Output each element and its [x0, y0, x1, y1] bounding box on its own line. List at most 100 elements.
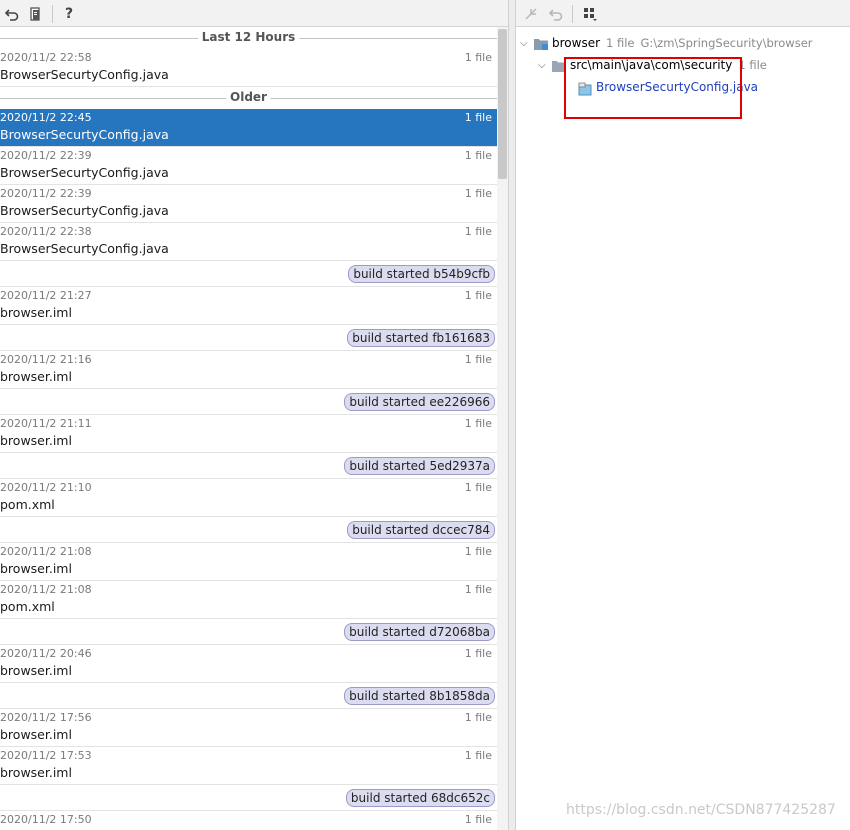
entry-file-name: browser.iml	[0, 561, 72, 576]
entry-file-name: BrowserSecurtyConfig.java	[0, 67, 169, 82]
file-diff-icon[interactable]	[26, 4, 46, 24]
help-icon[interactable]: ?	[59, 4, 79, 24]
group-title: Last 12 Hours	[197, 30, 300, 45]
build-label-row[interactable]: build started ee226966	[0, 389, 497, 415]
list-scrollbar[interactable]	[497, 27, 508, 830]
group-header: Last 12 Hours	[0, 27, 497, 49]
entry-file-count: 1 file	[464, 187, 492, 200]
tree-root-count: 1 file	[606, 36, 635, 50]
entry-date: 2020/11/2 22:58	[0, 51, 92, 64]
build-label-row[interactable]: build started d72068ba	[0, 619, 497, 645]
history-entry[interactable]: 2020/11/2 17:50 1 file	[0, 811, 497, 830]
group-by-icon[interactable]	[580, 4, 600, 24]
history-entry[interactable]: 2020/11/2 17:53 1 file browser.iml	[0, 747, 497, 785]
entry-file-count: 1 file	[464, 711, 492, 724]
history-entry[interactable]: 2020/11/2 22:39 1 file BrowserSecurtyConfi…	[0, 185, 497, 223]
entry-date: 2020/11/2 22:38	[0, 225, 92, 238]
history-entry[interactable]: 2020/11/2 22:38 1 file BrowserSecurtyConfi…	[0, 223, 497, 261]
entry-date: 2020/11/2 17:56	[0, 711, 92, 724]
tree-folder-count: 1 file	[738, 58, 767, 72]
left-toolbar: ?	[0, 0, 508, 27]
build-label-row[interactable]: build started 68dc652c	[0, 785, 497, 811]
build-label-badge: build started d72068ba	[344, 623, 495, 641]
build-label-badge: build started fb161683	[347, 329, 495, 347]
history-entry[interactable]: 2020/11/2 22:45 1 file BrowserSecurtyConfi…	[0, 109, 497, 147]
build-label-badge: build started 68dc652c	[345, 789, 495, 807]
entry-file-name: browser.iml	[0, 765, 72, 780]
build-label-badge: build started 5ed2937a	[344, 457, 495, 475]
build-label-row[interactable]: build started b54b9cfb	[0, 261, 497, 287]
revert-icon[interactable]	[2, 4, 22, 24]
group-header: Older	[0, 87, 497, 109]
chevron-down-icon[interactable]: ⌵	[520, 38, 534, 49]
entry-file-name: browser.iml	[0, 663, 72, 678]
build-label-row[interactable]: build started fb161683	[0, 325, 497, 351]
watermark: https://blog.csdn.net/CSDN877425287	[566, 802, 836, 818]
toolbar-separator	[572, 5, 573, 23]
entry-file-count: 1 file	[464, 813, 492, 826]
entry-file-name: BrowserSecurtyConfig.java	[0, 241, 169, 256]
local-history-list-panel: ? Last 12 Hours 2020/11/2 22:58 1 file Brow…	[0, 0, 508, 830]
entry-file-count: 1 file	[464, 51, 492, 64]
history-entry[interactable]: 2020/11/2 21:11 1 file browser.iml	[0, 415, 497, 453]
entry-file-count: 1 file	[464, 481, 492, 494]
module-folder-icon	[534, 38, 548, 50]
toolbar-separator	[52, 5, 53, 23]
changes-tree-panel: ⌵ browser 1 file G:\zm\SpringSecurity\br…	[516, 0, 850, 830]
build-label-row[interactable]: build started 5ed2937a	[0, 453, 497, 479]
entry-date: 2020/11/2 21:16	[0, 353, 92, 366]
entry-file-count: 1 file	[464, 289, 492, 302]
highlight-annotation-box	[564, 57, 742, 119]
entry-file-name: BrowserSecurtyConfig.java	[0, 127, 169, 142]
entry-date: 2020/11/2 17:53	[0, 749, 92, 762]
entry-date: 2020/11/2 17:50	[0, 813, 92, 826]
entry-file-count: 1 file	[464, 583, 492, 596]
entry-file-name: browser.iml	[0, 305, 72, 320]
history-entry[interactable]: 2020/11/2 21:10 1 file pom.xml	[0, 479, 497, 517]
entry-date: 2020/11/2 22:39	[0, 187, 92, 200]
entry-date: 2020/11/2 22:39	[0, 149, 92, 162]
right-toolbar	[516, 0, 850, 27]
entry-file-name: BrowserSecurtyConfig.java	[0, 165, 169, 180]
entry-file-name: pom.xml	[0, 497, 55, 512]
history-entry[interactable]: 2020/11/2 17:56 1 file browser.iml	[0, 709, 497, 747]
entry-file-name: browser.iml	[0, 369, 72, 384]
scrollbar-thumb[interactable]	[498, 29, 507, 179]
history-entry[interactable]: 2020/11/2 21:27 1 file browser.iml	[0, 287, 497, 325]
entry-file-name: pom.xml	[0, 599, 55, 614]
entry-date: 2020/11/2 21:08	[0, 545, 92, 558]
tree-root-name: browser	[552, 36, 601, 50]
build-label-badge: build started ee226966	[344, 393, 495, 411]
build-label-badge: build started dccec784	[347, 521, 495, 539]
revert-icon[interactable]	[546, 4, 566, 24]
entry-file-name: browser.iml	[0, 433, 72, 448]
build-label-row[interactable]: build started dccec784	[0, 517, 497, 543]
build-label-badge: build started b54b9cfb	[348, 265, 495, 283]
history-entry[interactable]: 2020/11/2 22:58 1 file BrowserSecurtyConfi…	[0, 49, 497, 87]
entry-date: 2020/11/2 21:08	[0, 583, 92, 596]
build-label-badge: build started 8b1858da	[344, 687, 495, 705]
history-entry[interactable]: 2020/11/2 20:46 1 file browser.iml	[0, 645, 497, 683]
entry-file-count: 1 file	[464, 417, 492, 430]
history-entry[interactable]: 2020/11/2 21:08 1 file browser.iml	[0, 543, 497, 581]
tree-root-path: G:\zm\SpringSecurity\browser	[640, 36, 813, 50]
chevron-down-icon[interactable]: ⌵	[538, 60, 552, 71]
entry-file-count: 1 file	[464, 545, 492, 558]
entry-file-count: 1 file	[464, 149, 492, 162]
build-label-row[interactable]: build started 8b1858da	[0, 683, 497, 709]
history-entry[interactable]: 2020/11/2 22:39 1 file BrowserSecurtyConfi…	[0, 147, 497, 185]
tree-root-row[interactable]: ⌵ browser 1 file G:\zm\SpringSecurity\br…	[520, 34, 813, 52]
entry-file-count: 1 file	[464, 353, 492, 366]
entry-date: 2020/11/2 20:46	[0, 647, 92, 660]
entry-file-count: 1 file	[464, 749, 492, 762]
entry-file-count: 1 file	[464, 111, 492, 124]
group-title: Older	[226, 90, 271, 105]
panel-splitter[interactable]	[508, 0, 516, 830]
merge-icon[interactable]	[521, 4, 541, 24]
history-entry[interactable]: 2020/11/2 21:16 1 file browser.iml	[0, 351, 497, 389]
entry-date: 2020/11/2 21:10	[0, 481, 92, 494]
history-entry[interactable]: 2020/11/2 21:08 1 file pom.xml	[0, 581, 497, 619]
entry-file-count: 1 file	[464, 647, 492, 660]
entry-file-count: 1 file	[464, 225, 492, 238]
entry-date: 2020/11/2 21:27	[0, 289, 92, 302]
